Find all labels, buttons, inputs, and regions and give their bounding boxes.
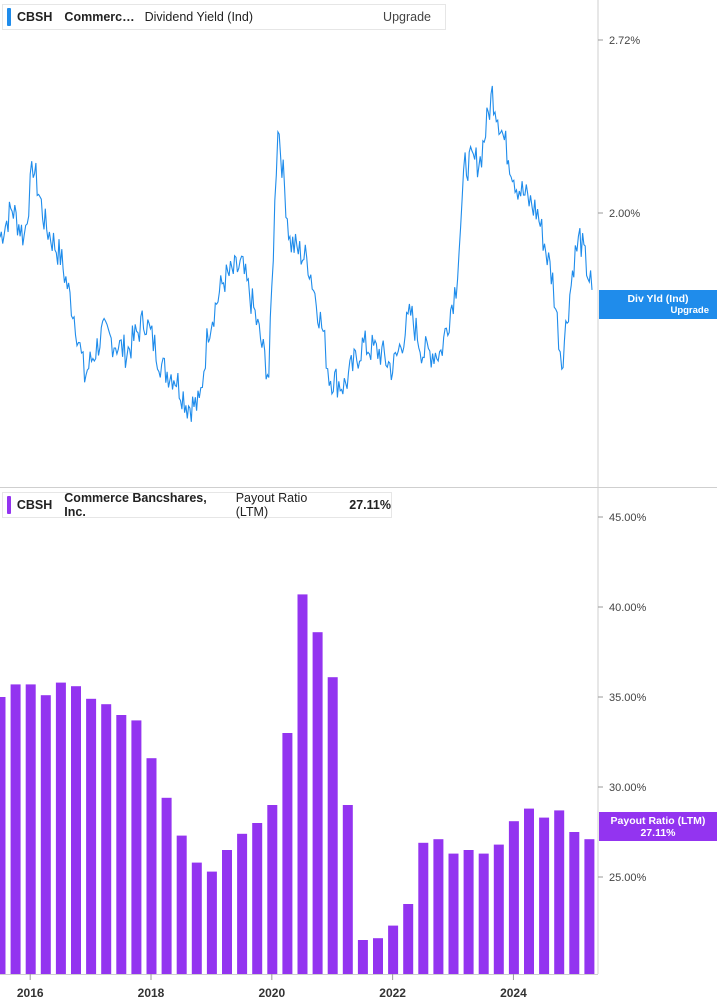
y-tick-label: 40.00%: [609, 602, 647, 614]
payout-bar: [433, 839, 444, 974]
x-tick-label: 2024: [500, 986, 527, 1000]
payout-ratio-badge: Payout Ratio (LTM) 27.11%: [599, 812, 717, 841]
x-tick-label: 2020: [258, 986, 285, 1000]
x-tick-label: 2022: [379, 986, 406, 1000]
payout-bar: [71, 686, 81, 974]
y-tick-label: 30.00%: [609, 782, 647, 794]
payout-bar: [222, 850, 232, 974]
dividend-yield-plot: [0, 85, 593, 422]
payout-bar: [388, 925, 399, 974]
payout-bar: [342, 805, 353, 974]
payout-bar: [161, 797, 172, 974]
payout-bar: [267, 805, 278, 974]
y-tick-label: 35.00%: [609, 692, 647, 704]
payout-bar: [297, 594, 308, 974]
dividend-yield-badge-sub: Upgrade: [670, 305, 709, 316]
payout-bar: [327, 677, 338, 974]
chart-canvas: 2.72% 2.00% 45.00% 40.00% 35.00% 30.00% 25.00…: [0, 0, 717, 1000]
payout-bar: [584, 839, 595, 974]
payout-bar: [478, 853, 489, 974]
payout-bar: [357, 940, 368, 974]
dividend-yield-axis: 2.72% 2.00%: [598, 35, 640, 220]
payout-bar: [252, 823, 263, 974]
payout-bar: [10, 684, 21, 974]
dividend-yield-line: [0, 85, 593, 422]
payout-ratio-badge-title: Payout Ratio (LTM): [610, 815, 706, 827]
x-tick-label: 2016: [17, 986, 44, 1000]
payout-bar: [282, 733, 293, 974]
payout-bar: [448, 853, 459, 974]
y-tick-label: 25.00%: [609, 872, 647, 884]
payout-bar: [312, 632, 323, 974]
payout-ratio-badge-value: 27.11%: [640, 827, 676, 839]
payout-bar: [206, 871, 217, 974]
payout-bar: [116, 715, 127, 974]
payout-bar: [191, 862, 202, 974]
payout-bar: [101, 704, 112, 974]
dividend-yield-badge-title: Div Yld (Ind): [627, 293, 689, 305]
payout-bar: [176, 835, 187, 974]
payout-bar: [539, 817, 550, 974]
payout-bar: [569, 832, 580, 974]
payout-bar: [403, 904, 414, 974]
payout-bar: [554, 810, 565, 974]
dividend-yield-badge: Div Yld (Ind) Upgrade: [599, 290, 717, 319]
payout-bar: [25, 684, 36, 974]
payout-bar: [0, 697, 6, 974]
y-tick-label: 45.00%: [609, 512, 647, 524]
payout-bar: [55, 682, 66, 974]
x-tick-label: 2018: [138, 986, 165, 1000]
payout-bar: [86, 698, 97, 974]
payout-bar: [237, 833, 248, 974]
payout-bar: [373, 938, 383, 974]
payout-bar: [146, 758, 157, 974]
y-tick-label: 2.00%: [609, 208, 640, 220]
payout-ratio-plot: [0, 594, 595, 974]
payout-bar: [508, 821, 519, 974]
payout-bar: [493, 844, 504, 974]
time-axis: 2016 2018 2020 2022 2024: [17, 974, 527, 1000]
payout-bar: [131, 720, 142, 974]
y-tick-label: 2.72%: [609, 35, 640, 47]
payout-bar: [524, 808, 534, 974]
payout-bar: [463, 850, 474, 974]
payout-bar: [418, 842, 429, 974]
payout-bar: [40, 695, 51, 974]
